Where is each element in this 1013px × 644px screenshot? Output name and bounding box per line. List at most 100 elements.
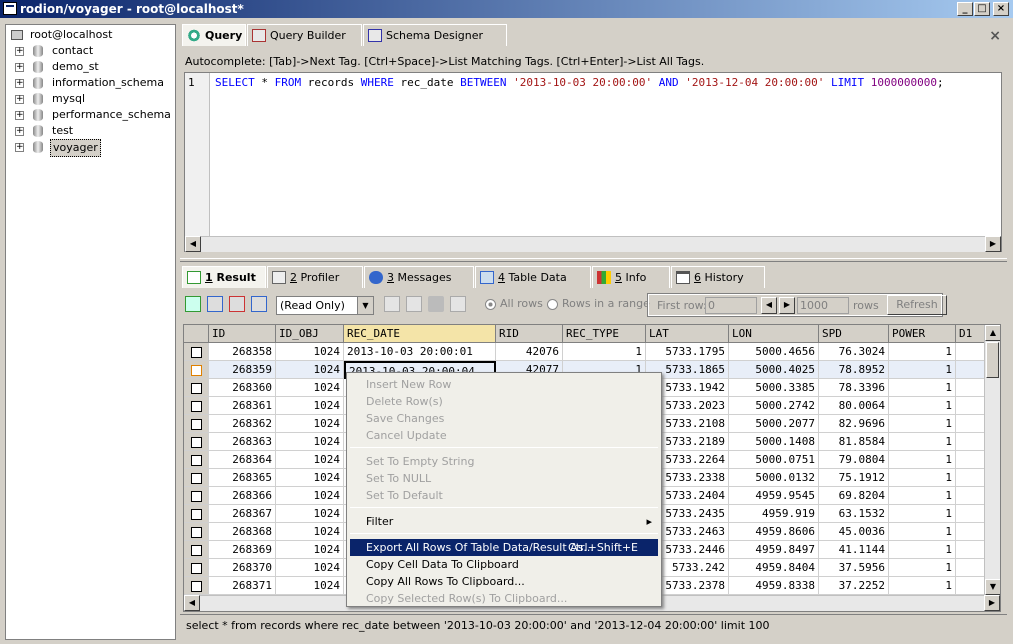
table-cell[interactable]: 1024 <box>276 505 344 523</box>
table-cell[interactable]: 45.0036 <box>819 523 889 541</box>
row-selector[interactable] <box>184 397 209 415</box>
table-cell[interactable]: 4959.8606 <box>729 523 819 541</box>
editor-hscrollbar[interactable]: ◀ ▶ <box>185 236 1001 252</box>
grid-vscrollbar[interactable]: ▲ ▼ <box>984 325 1000 595</box>
row-selector[interactable] <box>184 361 209 379</box>
table-cell[interactable]: 268367 <box>209 505 276 523</box>
scroll-right-icon[interactable]: ▶ <box>985 236 1001 252</box>
row-checkbox[interactable] <box>191 347 202 358</box>
row-checkbox[interactable] <box>191 365 202 376</box>
row-checkbox[interactable] <box>191 563 202 574</box>
sql-editor[interactable]: 1 SELECT * FROM records WHERE rec_date B… <box>184 72 1002 252</box>
table-cell[interactable]: 1 <box>889 469 956 487</box>
table-cell[interactable]: 81.8584 <box>819 433 889 451</box>
tab-result[interactable]: 1 Result <box>182 266 266 288</box>
row-selector[interactable] <box>184 541 209 559</box>
column-header[interactable]: LON <box>729 325 819 343</box>
row-selector[interactable] <box>184 559 209 577</box>
menu-cancel-update[interactable]: Cancel Update <box>350 427 658 444</box>
table-cell[interactable]: 1024 <box>276 397 344 415</box>
duplicate-row-icon[interactable] <box>207 296 223 312</box>
row-checkbox[interactable] <box>191 383 202 394</box>
expand-icon[interactable]: + <box>15 143 24 152</box>
table-cell[interactable]: 1 <box>889 559 956 577</box>
tab-query-builder[interactable]: Query Builder <box>247 24 362 46</box>
menu-set-empty-string[interactable]: Set To Empty String <box>350 453 658 470</box>
tab-schema-designer[interactable]: Schema Designer <box>363 24 507 46</box>
tree-item-test[interactable]: + test <box>6 123 175 139</box>
table-cell[interactable]: 4959.8404 <box>729 559 819 577</box>
table-cell[interactable]: 4959.8497 <box>729 541 819 559</box>
table-cell[interactable]: 268360 <box>209 379 276 397</box>
table-cell[interactable]: 37.2252 <box>819 577 889 595</box>
tab-history[interactable]: 6 History <box>671 266 765 288</box>
menu-set-default[interactable]: Set To Default <box>350 487 658 504</box>
tab-query[interactable]: Query <box>182 24 246 46</box>
table-cell[interactable]: 4959.9545 <box>729 487 819 505</box>
dropdown-arrow-icon[interactable]: ▼ <box>357 297 373 314</box>
column-header[interactable]: RID <box>496 325 563 343</box>
expand-icon[interactable]: + <box>15 95 24 104</box>
table-cell[interactable]: 1024 <box>276 433 344 451</box>
table-cell[interactable]: 268358 <box>209 343 276 361</box>
tab-messages[interactable]: 3 Messages <box>364 266 474 288</box>
table-cell[interactable]: 268359 <box>209 361 276 379</box>
filter-icon[interactable] <box>450 296 466 312</box>
prev-page-icon[interactable]: ◀ <box>761 297 777 314</box>
table-cell[interactable]: 80.0064 <box>819 397 889 415</box>
row-selector[interactable] <box>184 469 209 487</box>
table-cell[interactable]: 268361 <box>209 397 276 415</box>
maximize-button[interactable]: □ <box>974 2 990 16</box>
column-header[interactable]: REC_DATE <box>344 325 496 343</box>
menu-set-null[interactable]: Set To NULL <box>350 470 658 487</box>
table-cell[interactable]: 1 <box>889 577 956 595</box>
table-cell[interactable]: 5000.0751 <box>729 451 819 469</box>
scroll-left-icon[interactable]: ◀ <box>184 595 200 611</box>
tree-item-information-schema[interactable]: + information_schema <box>6 75 175 91</box>
table-cell[interactable]: 1 <box>889 415 956 433</box>
table-cell[interactable]: 1 <box>889 523 956 541</box>
table-cell[interactable]: 5000.1408 <box>729 433 819 451</box>
menu-copy-selected-rows[interactable]: Copy Selected Row(s) To Clipboard... <box>350 590 658 607</box>
row-selector[interactable] <box>184 523 209 541</box>
minimize-button[interactable]: _ <box>957 2 973 16</box>
column-header[interactable]: LAT <box>646 325 729 343</box>
column-header[interactable]: POWER <box>889 325 956 343</box>
expand-icon[interactable]: + <box>15 47 24 56</box>
menu-export-all-rows[interactable]: Export All Rows Of Table Data/Result As.… <box>350 539 658 556</box>
menu-save-changes[interactable]: Save Changes <box>350 410 658 427</box>
row-checkbox[interactable] <box>191 437 202 448</box>
rows-range-radio[interactable] <box>547 299 558 310</box>
close-tab-icon[interactable]: × <box>989 28 1001 44</box>
row-checkbox[interactable] <box>191 455 202 466</box>
table-cell[interactable]: 1024 <box>276 343 344 361</box>
trash-icon[interactable] <box>428 296 444 312</box>
table-cell[interactable]: 75.1912 <box>819 469 889 487</box>
table-cell[interactable]: 1 <box>889 505 956 523</box>
table-cell[interactable]: 78.8952 <box>819 361 889 379</box>
expand-icon[interactable]: + <box>15 111 24 120</box>
next-page-icon[interactable]: ▶ <box>779 297 795 314</box>
expand-icon[interactable]: + <box>15 127 24 136</box>
first-row-input[interactable]: 0 <box>705 297 757 314</box>
paste-icon[interactable] <box>406 296 422 312</box>
table-cell[interactable]: 268371 <box>209 577 276 595</box>
table-cell[interactable]: 268369 <box>209 541 276 559</box>
table-cell[interactable]: 1 <box>889 361 956 379</box>
table-cell[interactable]: 5733.1795 <box>646 343 729 361</box>
table-cell[interactable]: 79.0804 <box>819 451 889 469</box>
table-cell[interactable]: 268364 <box>209 451 276 469</box>
row-selector[interactable] <box>184 379 209 397</box>
column-header[interactable]: ID <box>209 325 276 343</box>
row-selector[interactable] <box>184 487 209 505</box>
delete-row-icon[interactable] <box>229 296 245 312</box>
row-selector[interactable] <box>184 505 209 523</box>
row-checkbox[interactable] <box>191 401 202 412</box>
row-checkbox[interactable] <box>191 419 202 430</box>
table-cell[interactable]: 1024 <box>276 577 344 595</box>
table-cell[interactable]: 1024 <box>276 361 344 379</box>
table-cell[interactable]: 268362 <box>209 415 276 433</box>
tree-root[interactable]: root@localhost <box>6 27 175 43</box>
table-cell[interactable]: 5000.2742 <box>729 397 819 415</box>
table-cell[interactable]: 76.3024 <box>819 343 889 361</box>
